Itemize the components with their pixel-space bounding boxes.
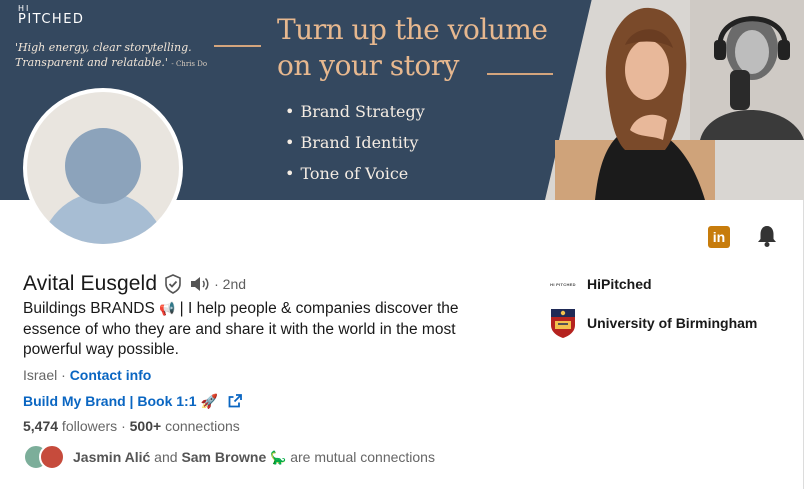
- verified-shield-icon[interactable]: [163, 274, 183, 294]
- website-link-label[interactable]: Build My Brand | Book 1:1: [23, 392, 197, 410]
- mutual-suffix: are mutual connections: [286, 448, 435, 465]
- dinosaur-icon: 🦕: [270, 449, 287, 465]
- website-link[interactable]: Build My Brand | Book 1:1 🚀: [23, 392, 242, 410]
- connections-count[interactable]: 500+: [130, 418, 162, 434]
- followers-label[interactable]: followers: [58, 418, 117, 434]
- profile-name: Avital Eusgeld: [23, 272, 158, 295]
- university-crest-icon: [551, 309, 575, 338]
- stats-row: 5,474 followers · 500+ connections: [23, 418, 240, 434]
- external-link-icon[interactable]: [228, 394, 242, 408]
- avatar-placeholder: [27, 92, 179, 244]
- mutual-and: and: [150, 448, 182, 465]
- hipitched-org-logo: HI PITCHED: [550, 281, 576, 287]
- linkedin-icon[interactable]: in: [708, 226, 730, 248]
- headline-part1: Buildings BRANDS: [23, 300, 155, 317]
- banner-divider-left: [214, 45, 261, 47]
- banner-headline-line2: on your story: [277, 49, 459, 82]
- org-name[interactable]: HiPitched: [587, 276, 652, 292]
- org-university-of-birmingham[interactable]: University of Birmingham: [549, 307, 757, 339]
- pronunciation-speaker-icon[interactable]: [189, 275, 211, 293]
- banner-bullet: Tone of Voice: [285, 158, 425, 189]
- banner-podcast-photo: [690, 0, 804, 140]
- org-name[interactable]: University of Birmingham: [587, 315, 757, 331]
- followers-count[interactable]: 5,474: [23, 418, 58, 434]
- banner-quote: 'High energy, clear storytelling. Transp…: [15, 40, 215, 72]
- contact-info-link[interactable]: Contact info: [70, 367, 152, 383]
- banner-bullets: Brand Strategy Brand Identity Tone of Vo…: [285, 96, 425, 189]
- logo-pitched: PITCHED: [18, 12, 85, 27]
- rocket-icon: 🚀: [200, 393, 218, 409]
- org-hipitched[interactable]: HI PITCHED HiPitched: [549, 275, 652, 293]
- profile-headline: Buildings BRANDS 📢 | I help people & com…: [23, 299, 493, 361]
- mutual-connections-text[interactable]: Jasmin Alić and Sam Browne 🦕 are mutual …: [73, 449, 435, 466]
- profile-name-row: Avital Eusgeld · 2nd: [23, 270, 246, 298]
- banner-divider-right: [487, 73, 553, 75]
- banner-bullet: Brand Identity: [285, 127, 425, 158]
- megaphone-icon: 📢: [159, 301, 176, 316]
- banner-headline-line1: Turn up the volume: [277, 13, 548, 46]
- connection-degree: · 2nd: [214, 276, 247, 292]
- connections-label[interactable]: connections: [161, 418, 240, 434]
- location-row: Israel · Contact info: [23, 367, 151, 383]
- mutual-avatar: [39, 444, 65, 470]
- mutual-name-2[interactable]: Sam Browne: [181, 449, 266, 465]
- avatar-head-shape: [65, 128, 141, 204]
- mutual-name-1[interactable]: Jasmin Alić: [73, 449, 150, 465]
- location-separator: ·: [57, 367, 70, 383]
- stats-separator: ·: [117, 418, 130, 434]
- bell-icon[interactable]: [756, 224, 778, 248]
- hipitched-logo: HI PITCHED: [18, 4, 84, 26]
- quote-text: 'High energy, clear storytelling. Transp…: [15, 41, 192, 69]
- quote-author: - Chris Do: [171, 60, 208, 68]
- profile-card: HI PITCHED 'High energy, clear storytell…: [0, 0, 804, 489]
- banner-bullet: Brand Strategy: [285, 96, 424, 127]
- mutual-connections[interactable]: Jasmin Alić and Sam Browne 🦕 are mutual …: [23, 443, 435, 471]
- profile-avatar[interactable]: [23, 88, 183, 248]
- location: Israel: [23, 367, 58, 383]
